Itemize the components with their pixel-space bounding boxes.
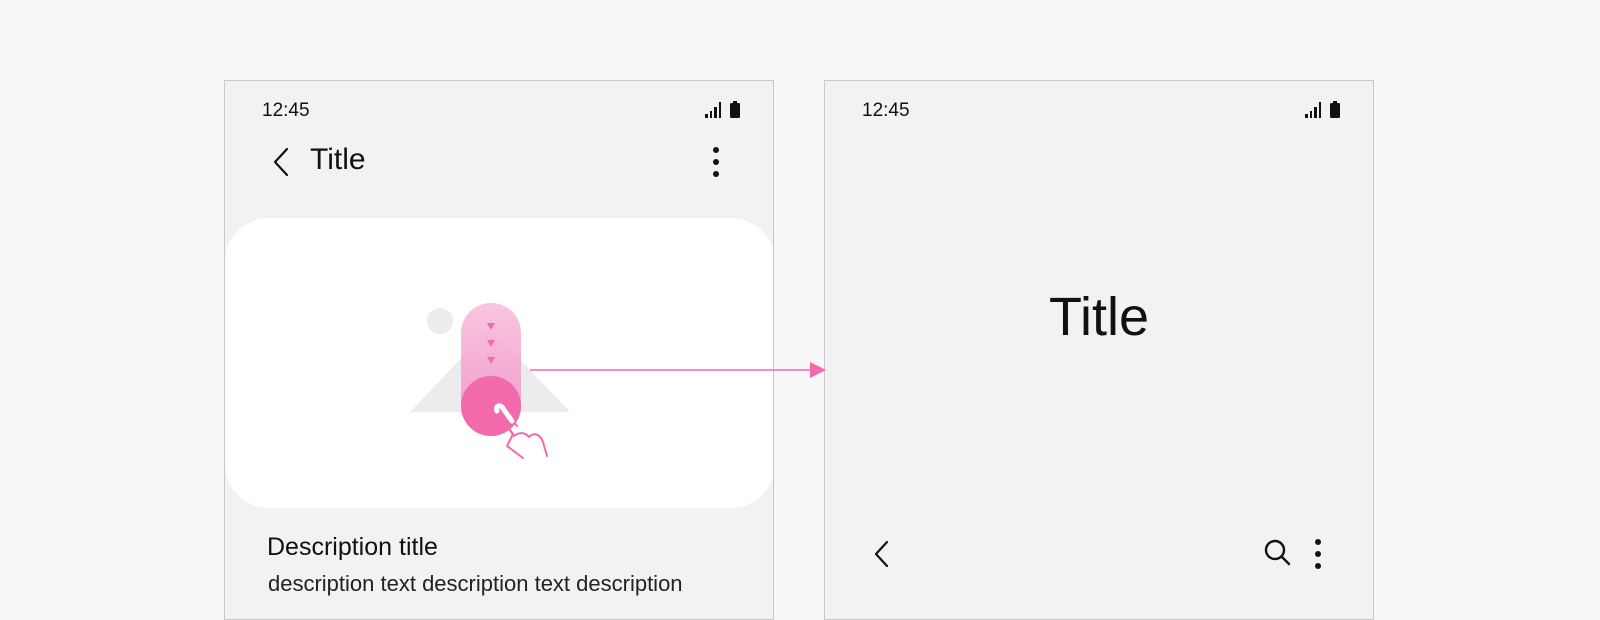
more-vertical-icon[interactable] — [1313, 537, 1323, 571]
battery-icon — [730, 101, 740, 118]
back-arrow-icon[interactable] — [269, 145, 295, 179]
transition-arrow — [530, 362, 826, 378]
phone-screen-result: 12:45 Title — [824, 80, 1374, 620]
search-icon[interactable] — [1263, 538, 1293, 568]
status-icons — [705, 101, 740, 118]
signal-icon — [1305, 102, 1321, 118]
status-time: 12:45 — [862, 100, 910, 121]
more-vertical-icon[interactable] — [711, 145, 721, 179]
phone-screen-detail: 12:45 Title Description title descriptio… — [224, 80, 774, 620]
signal-icon — [705, 102, 721, 118]
large-title: Title — [1048, 287, 1149, 347]
battery-icon — [1330, 101, 1340, 118]
back-arrow-icon[interactable] — [871, 537, 893, 571]
description-text: description text description text descri… — [268, 571, 683, 596]
status-icons — [1305, 101, 1340, 118]
page-title: Title — [310, 143, 366, 176]
description-title: Description title — [267, 533, 438, 561]
status-time: 12:45 — [262, 100, 310, 121]
